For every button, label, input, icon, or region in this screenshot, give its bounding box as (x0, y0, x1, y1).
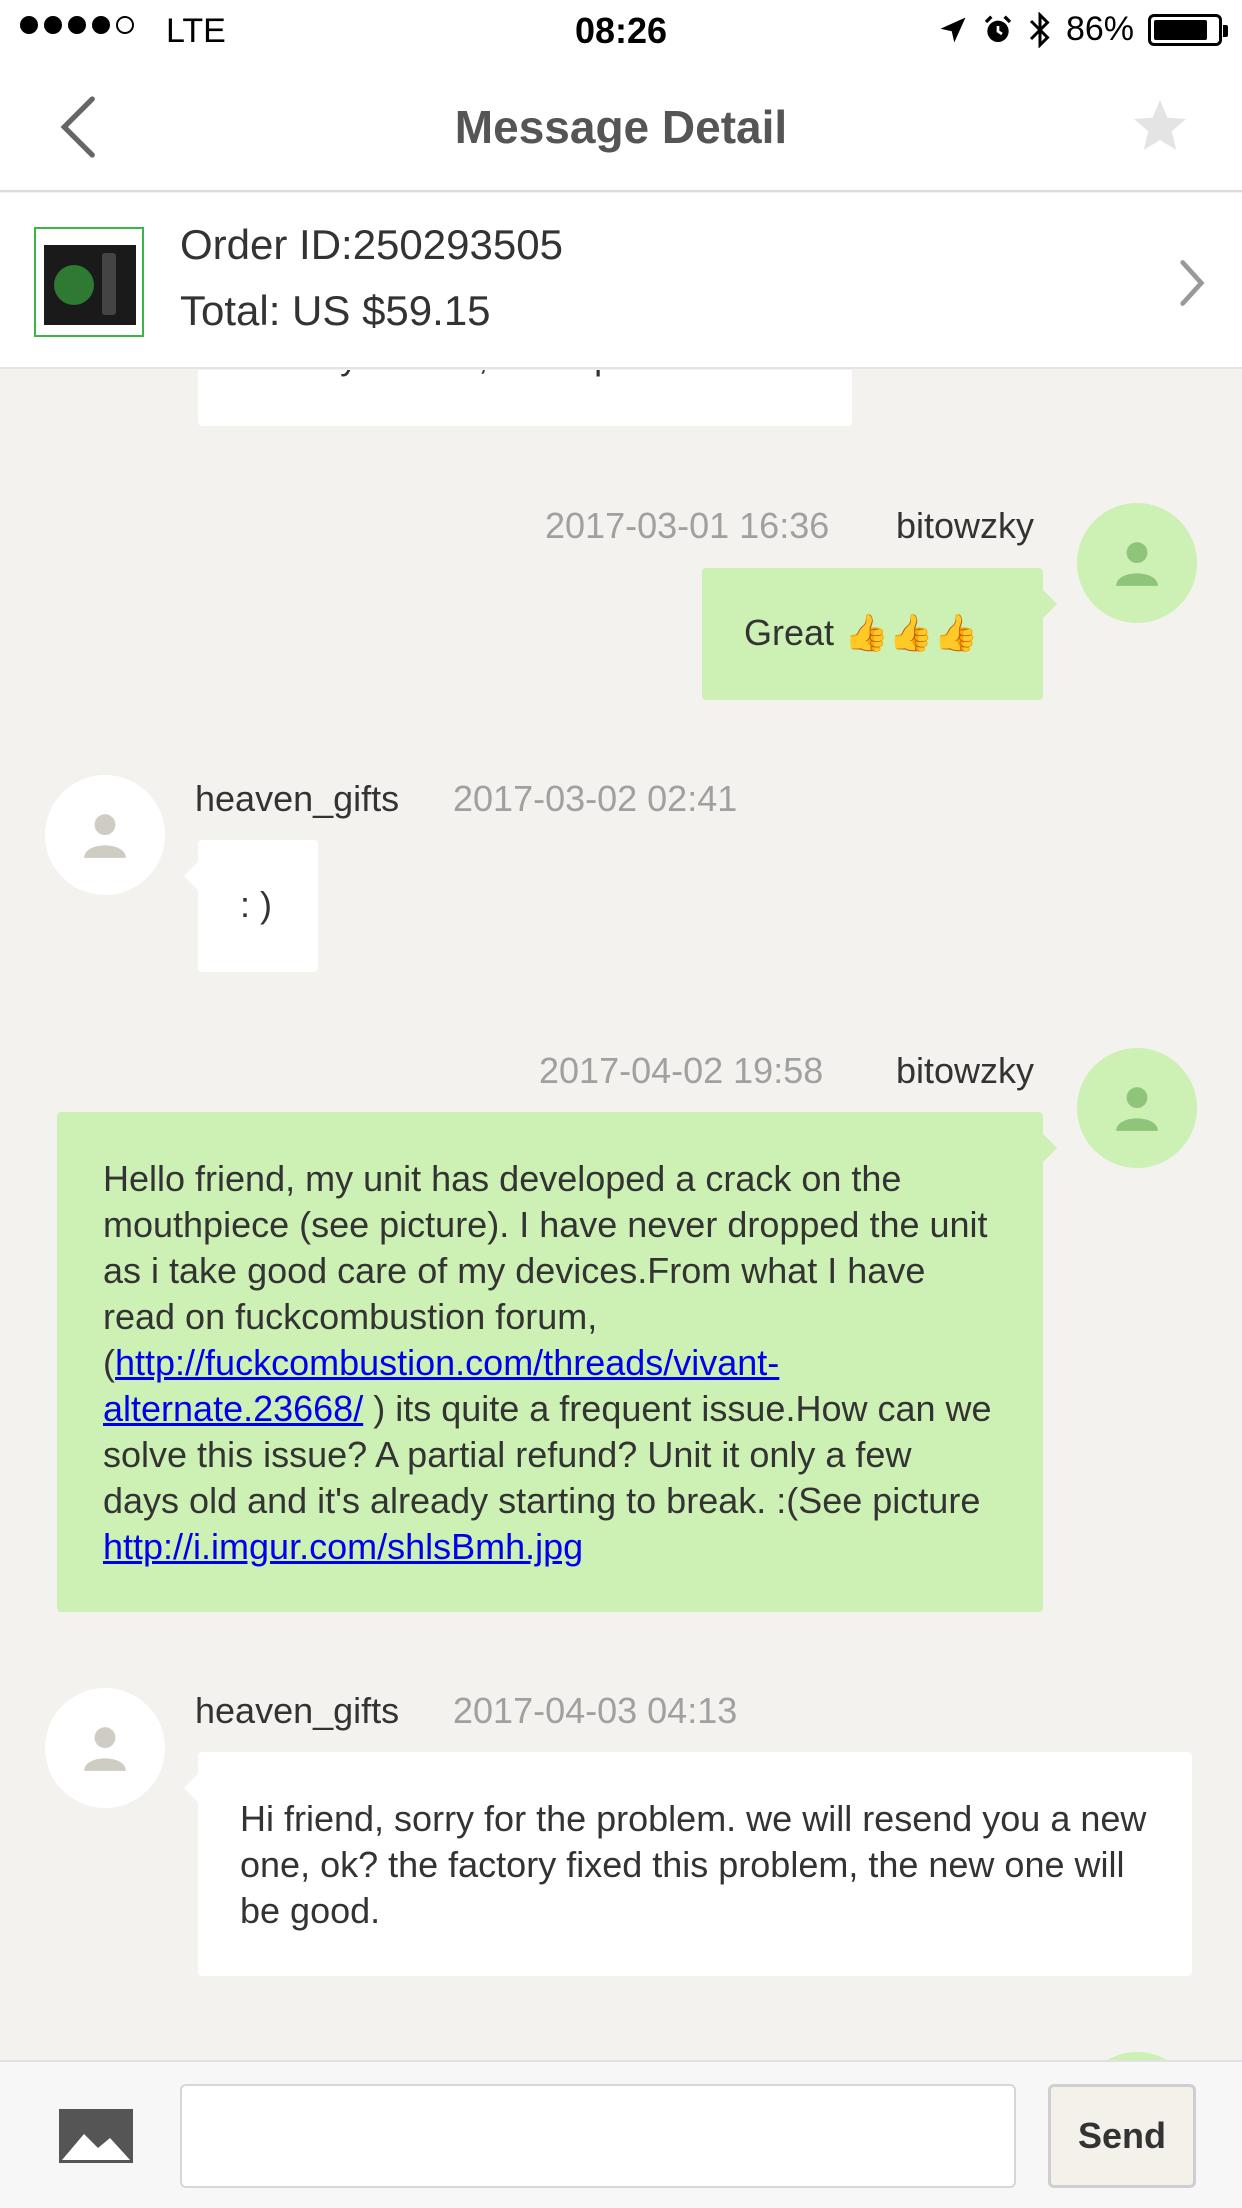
avatar (1077, 1048, 1197, 1168)
chat-thread[interactable]: already arrived,will ship tomorrow 2017-… (0, 370, 1242, 2060)
image-icon[interactable] (58, 2108, 134, 2164)
avatar (45, 775, 165, 895)
star-icon[interactable] (1130, 96, 1190, 156)
message-time: 2017-03-01 16:36 (545, 505, 830, 546)
image-link[interactable]: http://i.imgur.com/shlsBmh.jpg (103, 1526, 583, 1567)
order-summary[interactable]: Order ID:250293505 Total: US $59.15 (0, 193, 1242, 369)
message-text: Hi friend, sorry for the problem. we wil… (240, 1798, 1147, 1931)
location-arrow-icon (940, 17, 966, 42)
message-sender: bitowzky (896, 1050, 1035, 1091)
message-time: 2017-04-02 19:58 (539, 1050, 824, 1091)
message-bubble: Hello friend, my unit has developed a cr… (57, 1112, 1057, 1612)
avatar (45, 1688, 165, 1808)
person-icon (1116, 1087, 1158, 1131)
page-title: Message Detail (454, 101, 788, 153)
avatar (1077, 503, 1197, 623)
chevron-right-icon (1180, 260, 1205, 306)
message-text: : ) (240, 884, 272, 925)
product-thumbnail (34, 227, 144, 337)
message-input[interactable] (180, 2084, 1016, 2188)
order-id: Order ID:250293505 (180, 221, 563, 268)
bluetooth-icon (1029, 11, 1050, 48)
message-bubble: Hi friend, sorry for the problem. we wil… (184, 1752, 1192, 1976)
message-time: 2017-03-02 02:41 (453, 778, 738, 819)
message-text: already arrived,will ship tomorrow (240, 370, 774, 380)
message-sender: bitowzky (896, 505, 1035, 546)
status-bar: LTE 08:26 86% (0, 0, 1242, 62)
person-icon (84, 1727, 126, 1771)
person-icon (84, 814, 126, 858)
nav-bar: Message Detail (0, 62, 1242, 192)
composer-bar: Send (0, 2060, 1242, 2208)
battery-icon (1148, 13, 1228, 46)
message-bubble: Great 👍👍👍 (702, 568, 1057, 700)
message-sender: heaven_gifts (195, 778, 400, 819)
battery-percent: 86% (1065, 10, 1134, 48)
message-text: Great 👍👍👍 (744, 612, 979, 653)
message-time: 2017-04-03 04:13 (453, 1690, 738, 1731)
message-sender: heaven_gifts (195, 1690, 400, 1731)
message-bubble: : ) (184, 840, 318, 972)
message-bubble: already arrived,will ship tomorrow (198, 370, 852, 426)
send-button[interactable]: Send (1048, 2084, 1196, 2188)
avatar (1077, 2052, 1197, 2060)
order-total: Total: US $59.15 (180, 287, 491, 334)
alarm-icon (984, 14, 1012, 42)
person-icon (1116, 542, 1158, 586)
